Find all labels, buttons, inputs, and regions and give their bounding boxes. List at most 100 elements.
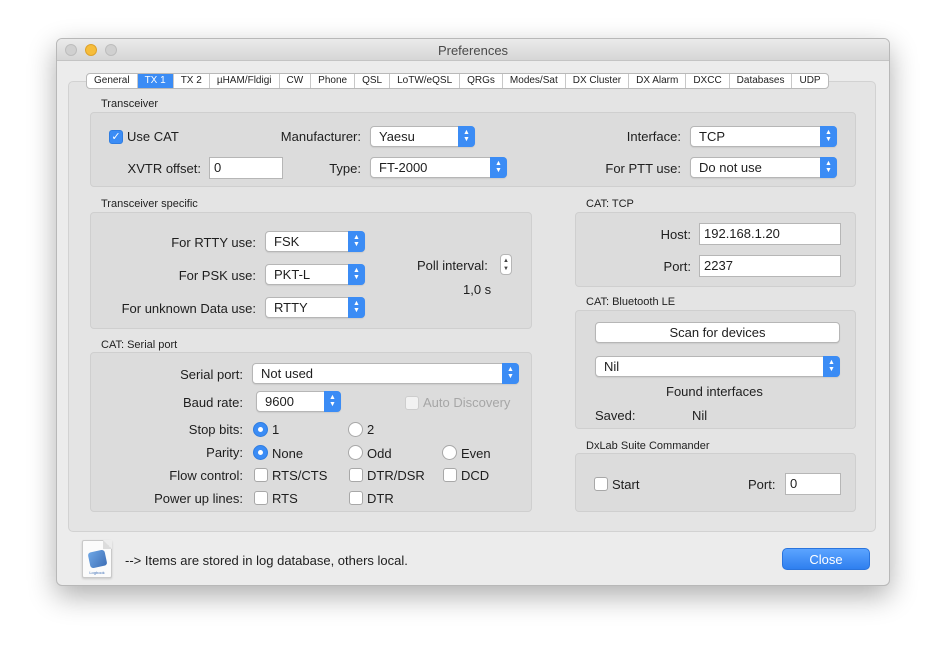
serial-port-popup[interactable]: Not used ▲ ▼ — [252, 363, 519, 384]
interface-value: TCP — [699, 129, 725, 144]
parity-odd-label: Odd — [367, 446, 392, 461]
power-rts-label: RTS — [272, 491, 298, 506]
flow-dcd-label: DCD — [461, 468, 490, 483]
tcp-host-field[interactable]: 192.168.1.20 — [699, 223, 841, 245]
power-rts-checkbox[interactable] — [254, 491, 268, 505]
tab-udp[interactable]: UDP — [792, 74, 827, 88]
stop-bits-1-label: 1 — [272, 422, 280, 437]
tab-modes-sat[interactable]: Modes/Sat — [503, 74, 566, 88]
tab-lotw-eqsl[interactable]: LoTW/eQSL — [390, 74, 461, 88]
footer-note: --> Items are stored in log database, ot… — [125, 553, 408, 568]
flow-rts-cts-checkbox[interactable] — [254, 468, 268, 482]
logbook-glyph — [87, 549, 108, 569]
ptt-value: Do not use — [699, 160, 762, 175]
baud-rate-value: 9600 — [265, 394, 294, 409]
flow-dcd-checkbox[interactable] — [443, 468, 457, 482]
popup-arrows-icon: ▲ ▼ — [348, 264, 365, 285]
parity-even-label: Even — [461, 446, 491, 461]
tab-dx-alarm[interactable]: DX Alarm — [629, 74, 687, 88]
section-label-transceiver-specific: Transceiver specific — [101, 198, 198, 210]
serial-port-label: Serial port: — [180, 367, 243, 382]
manufacturer-label: Manufacturer: — [280, 129, 361, 144]
popup-arrows-icon: ▲ ▼ — [820, 157, 837, 178]
dxlab-port-field[interactable]: 0 — [785, 473, 841, 495]
psk-value: PKT-L — [274, 267, 311, 282]
xvtr-offset-label: XVTR offset: — [127, 161, 201, 176]
saved-value: Nil — [692, 408, 708, 423]
window-title: Preferences — [437, 43, 509, 58]
popup-arrows-icon: ▲ ▼ — [823, 356, 840, 377]
tab-dxcc[interactable]: DXCC — [686, 74, 730, 88]
tcp-host-label: Host: — [660, 227, 691, 242]
auto-discovery-checkbox[interactable] — [405, 396, 419, 410]
flow-dtr-dsr-checkbox[interactable] — [349, 468, 363, 482]
poll-interval-label: Poll interval: — [417, 258, 488, 273]
popup-arrows-icon: ▲ ▼ — [348, 297, 365, 318]
stop-bits-1-radio[interactable] — [253, 422, 268, 437]
dxlab-start-checkbox[interactable] — [594, 477, 608, 491]
poll-interval-value: 1,0 s — [463, 282, 492, 297]
popup-arrows-icon: ▲ ▼ — [348, 231, 365, 252]
unknown-data-label: For unknown Data use: — [121, 301, 256, 316]
unknown-data-value: RTTY — [274, 300, 308, 315]
dxlab-port-label: Port: — [748, 477, 776, 492]
transceiver-box: ✓ Use CAT Manufacturer: Yaesu ▲ ▼ Interfa… — [90, 112, 856, 187]
tab-uham-fldigi[interactable]: µHAM/Fldigi — [210, 74, 280, 88]
titlebar: Preferences — [57, 39, 889, 61]
type-value: FT-2000 — [379, 160, 428, 175]
bluetooth-device-popup[interactable]: Nil ▲ ▼ — [595, 356, 840, 377]
type-popup[interactable]: FT-2000 ▲ ▼ — [370, 157, 507, 178]
tab-qsl[interactable]: QSL — [355, 74, 391, 88]
poll-interval-stepper[interactable]: ▲ ▼ — [500, 254, 512, 275]
tab-dx-cluster[interactable]: DX Cluster — [566, 74, 630, 88]
tab-general[interactable]: General — [87, 74, 138, 88]
rtty-popup[interactable]: FSK ▲ ▼ — [265, 231, 365, 252]
stop-bits-2-radio[interactable] — [348, 422, 363, 437]
tab-phone[interactable]: Phone — [311, 74, 356, 88]
tab-databases[interactable]: Databases — [730, 74, 793, 88]
section-label-dxlab: DxLab Suite Commander — [586, 440, 710, 452]
tcp-port-field[interactable]: 2237 — [699, 255, 841, 277]
parity-even-radio[interactable] — [442, 445, 457, 460]
close-button[interactable]: Close — [782, 548, 870, 570]
ptt-label: For PTT use: — [605, 161, 681, 176]
flow-dtr-dsr-label: DTR/DSR — [367, 468, 425, 483]
found-interfaces-label: Found interfaces — [666, 384, 763, 399]
saved-label: Saved: — [595, 408, 636, 423]
parity-none-label: None — [272, 446, 304, 461]
baud-rate-label: Baud rate: — [183, 395, 243, 410]
interface-popup[interactable]: TCP ▲ ▼ — [690, 126, 837, 147]
section-label-transceiver: Transceiver — [101, 98, 159, 110]
interface-label: Interface: — [626, 129, 681, 144]
serial-port-box: Serial port: Not used ▲ ▼ Baud rate: 9600… — [90, 352, 532, 512]
tab-bar: General TX 1 TX 2 µHAM/Fldigi CW Phone Q… — [86, 73, 829, 89]
use-cat-checkbox[interactable]: ✓ — [109, 130, 123, 144]
popup-arrows-icon: ▲ ▼ — [820, 126, 837, 147]
power-up-lines-label: Power up lines: — [154, 491, 243, 506]
flow-rts-cts-label: RTS/CTS — [272, 468, 328, 483]
parity-odd-radio[interactable] — [348, 445, 363, 460]
bluetooth-box: Scan for devices Nil ▲ ▼ Found interfaces… — [575, 310, 856, 429]
tab-tx1[interactable]: TX 1 — [137, 74, 174, 88]
tab-tx2[interactable]: TX 2 — [174, 74, 210, 88]
parity-none-radio[interactable] — [253, 445, 268, 460]
section-label-cat-tcp: CAT: TCP — [586, 198, 634, 210]
section-label-serial-port: CAT: Serial port — [101, 339, 178, 351]
baud-rate-popup[interactable]: 9600 ▲ ▼ — [256, 391, 341, 412]
type-label: Type: — [329, 161, 361, 176]
section-label-bluetooth: CAT: Bluetooth LE — [586, 296, 676, 308]
cat-tcp-box: Host: 192.168.1.20 Port: 2237 — [575, 212, 856, 287]
tab-qrgs[interactable]: QRGs — [460, 74, 503, 88]
dxlab-box: Start Port: 0 — [575, 453, 856, 512]
unknown-data-popup[interactable]: RTTY ▲ ▼ — [265, 297, 365, 318]
stop-bits-label: Stop bits: — [188, 422, 243, 437]
power-dtr-checkbox[interactable] — [349, 491, 363, 505]
popup-arrows-icon: ▲ ▼ — [502, 363, 519, 384]
psk-popup[interactable]: PKT-L ▲ ▼ — [265, 264, 365, 285]
psk-label: For PSK use: — [178, 268, 256, 283]
manufacturer-popup[interactable]: Yaesu ▲ ▼ — [370, 126, 475, 147]
scan-for-devices-button[interactable]: Scan for devices — [595, 322, 840, 343]
tab-cw[interactable]: CW — [280, 74, 312, 88]
ptt-popup[interactable]: Do not use ▲ ▼ — [690, 157, 837, 178]
use-cat-label: Use CAT — [127, 129, 179, 144]
